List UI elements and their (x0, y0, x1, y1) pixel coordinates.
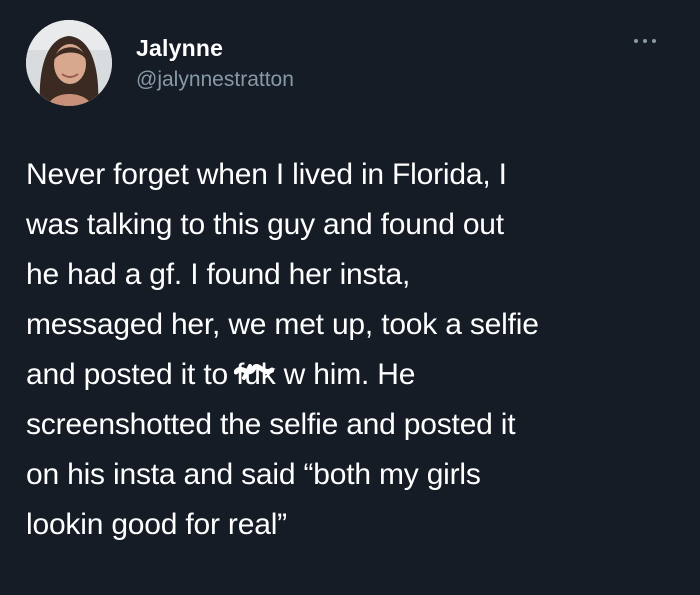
tweet-line: he had a gf. I found her insta, (26, 258, 411, 291)
tweet-line: screenshotted the selfie and posted it (26, 408, 516, 441)
avatar[interactable] (26, 20, 112, 106)
tweet-text: Never forget when I lived in Florida, I … (26, 150, 681, 550)
tweet-line: lookin good for real” (26, 508, 287, 541)
tweet-line: Never forget when I lived in Florida, I (26, 158, 507, 191)
user-names: Jalynne @jalynnestratton (136, 34, 294, 94)
tweet-line: was talking to this guy and found out (26, 208, 504, 241)
tweet-line: messaged her, we met up, took a selfie (26, 308, 539, 341)
tweet-line: and posted it to fu k w him. He (26, 350, 681, 400)
tweet-line-part: k w him. He (260, 358, 416, 391)
profile-photo-icon (26, 20, 112, 106)
tweet-line: on his insta and said “both my girls (26, 458, 481, 491)
tweet-card: Jalynne @jalynnestratton Never forget wh… (0, 0, 700, 595)
display-name[interactable]: Jalynne (136, 34, 294, 62)
tweet-header: Jalynne @jalynnestratton (26, 20, 666, 110)
tweet-line-part: and posted it to (26, 358, 237, 391)
more-options-icon[interactable] (630, 34, 660, 48)
censored-word: fu (234, 350, 275, 400)
user-handle[interactable]: @jalynnestratton (136, 66, 294, 94)
censored-letters: fu (236, 358, 261, 391)
